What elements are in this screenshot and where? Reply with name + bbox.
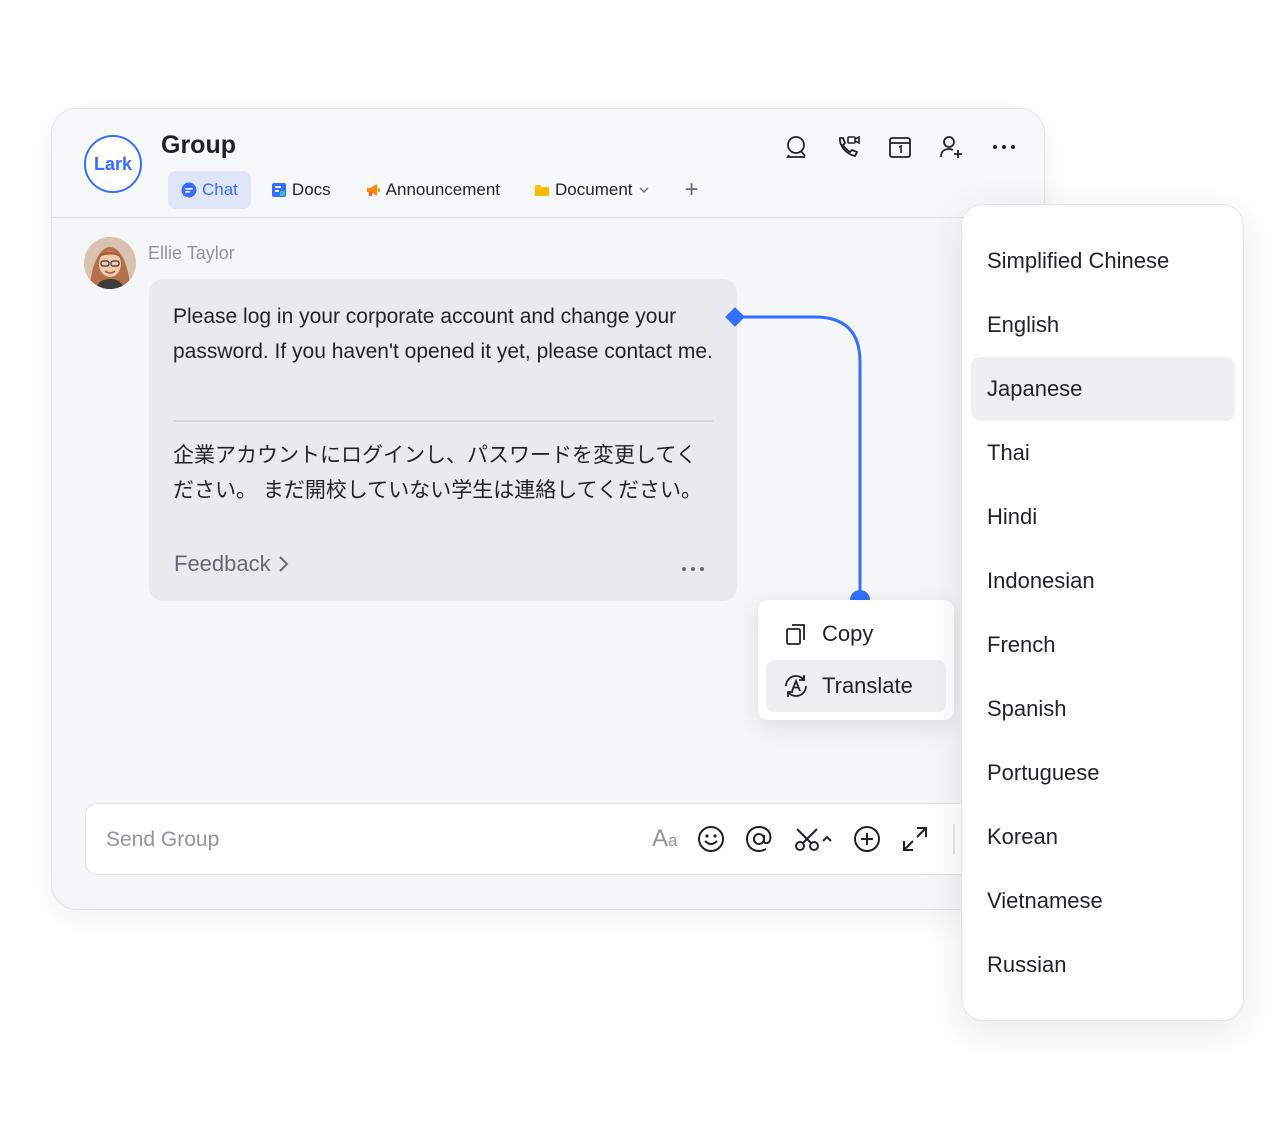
mention-icon <box>746 825 772 853</box>
message-more-button[interactable] <box>681 559 705 577</box>
font-format-icon: Aa <box>652 825 678 852</box>
search-button[interactable] <box>782 133 810 161</box>
lark-logo: Lark <box>84 135 142 193</box>
tab-chat[interactable]: Chat <box>168 171 251 209</box>
attach-more-button[interactable] <box>853 822 881 856</box>
tab-document[interactable]: Document <box>520 171 664 209</box>
folder-icon <box>535 185 550 196</box>
feedback-link[interactable]: Feedback <box>174 551 291 577</box>
chat-window: Lark Group Chat Docs Announcement Docume… <box>51 108 1045 910</box>
sender-name: Ellie Taylor <box>148 243 235 263</box>
feedback-label: Feedback <box>174 551 271 576</box>
language-option[interactable]: Indonesian <box>971 549 1235 613</box>
tab-docs[interactable]: Docs <box>257 171 345 209</box>
emoji-button[interactable] <box>697 822 725 856</box>
expand-composer-button[interactable] <box>901 822 929 856</box>
avatar[interactable] <box>84 237 136 289</box>
video-call-icon <box>839 135 860 158</box>
docs-icon <box>271 183 286 197</box>
toolbar-divider <box>953 824 956 854</box>
language-option[interactable]: Simplified Chinese <box>971 229 1235 293</box>
scissors-icon <box>795 828 833 851</box>
language-list: Simplified Chinese English Japanese Thai… <box>971 229 1235 997</box>
language-option[interactable]: Portuguese <box>971 741 1235 805</box>
context-menu-label: Translate <box>822 673 913 698</box>
translated-text: 企業アカウントにログインし、パスワードを変更してください。 まだ開校していない学… <box>173 444 702 502</box>
page-title: Group <box>161 131 236 159</box>
tab-announcement[interactable]: Announcement <box>351 171 514 209</box>
font-format-button[interactable]: Aa <box>652 822 677 856</box>
add-member-button[interactable] <box>938 133 966 161</box>
user-avatar-image <box>84 237 136 289</box>
tab-label: Announcement <box>385 180 501 199</box>
screenshot-button[interactable] <box>793 822 833 856</box>
calendar-button[interactable] <box>886 133 914 161</box>
language-option[interactable]: Vietnamese <box>971 869 1235 933</box>
language-option[interactable]: English <box>971 293 1235 357</box>
language-option[interactable]: Thai <box>971 421 1235 485</box>
chat-header: Lark Group Chat Docs Announcement Docume… <box>52 109 1044 218</box>
expand-icon <box>903 827 928 851</box>
message-text: Please log in your corporate account and… <box>173 305 713 363</box>
megaphone-icon <box>366 184 380 196</box>
message-context-menu: Copy Translate <box>758 600 954 720</box>
message-bubble[interactable]: Please log in your corporate account and… <box>149 279 737 601</box>
plus-circle-icon <box>854 826 881 852</box>
add-member-icon <box>940 136 962 158</box>
emoji-icon <box>698 826 725 852</box>
add-tab-button[interactable]: + <box>685 178 699 202</box>
context-menu-label: Copy <box>822 621 874 646</box>
search-icon <box>786 136 806 159</box>
mention-button[interactable] <box>745 822 773 856</box>
chevron-right-icon <box>278 556 289 572</box>
copy-icon <box>782 620 810 648</box>
language-option[interactable]: Hindi <box>971 485 1235 549</box>
more-icon <box>682 567 704 571</box>
message-input[interactable] <box>104 822 608 858</box>
calendar-icon <box>889 137 911 158</box>
translate-icon <box>782 672 810 700</box>
more-button[interactable] <box>990 133 1018 161</box>
chat-bubble-icon <box>181 182 197 198</box>
video-call-button[interactable] <box>834 133 862 161</box>
language-option[interactable]: Russian <box>971 933 1235 997</box>
tab-label: Docs <box>291 180 331 199</box>
language-option[interactable]: Korean <box>971 805 1235 869</box>
translation-divider <box>173 420 713 422</box>
context-menu-translate[interactable]: Translate <box>766 660 946 712</box>
chevron-down-icon <box>639 187 649 193</box>
language-option[interactable]: Spanish <box>971 677 1235 741</box>
context-menu-copy[interactable]: Copy <box>766 608 946 660</box>
language-menu: Simplified Chinese English Japanese Thai… <box>961 204 1244 1021</box>
language-option[interactable]: French <box>971 613 1235 677</box>
tab-bar: Chat Docs Announcement Document + <box>168 171 699 209</box>
header-toolbar <box>782 133 1018 161</box>
message-composer: Aa <box>85 803 1017 875</box>
tab-label: Document <box>555 180 633 199</box>
more-icon <box>993 145 1015 149</box>
language-option-selected[interactable]: Japanese <box>971 357 1235 421</box>
tab-label: Chat <box>202 180 238 199</box>
composer-toolbar: Aa <box>652 822 956 856</box>
